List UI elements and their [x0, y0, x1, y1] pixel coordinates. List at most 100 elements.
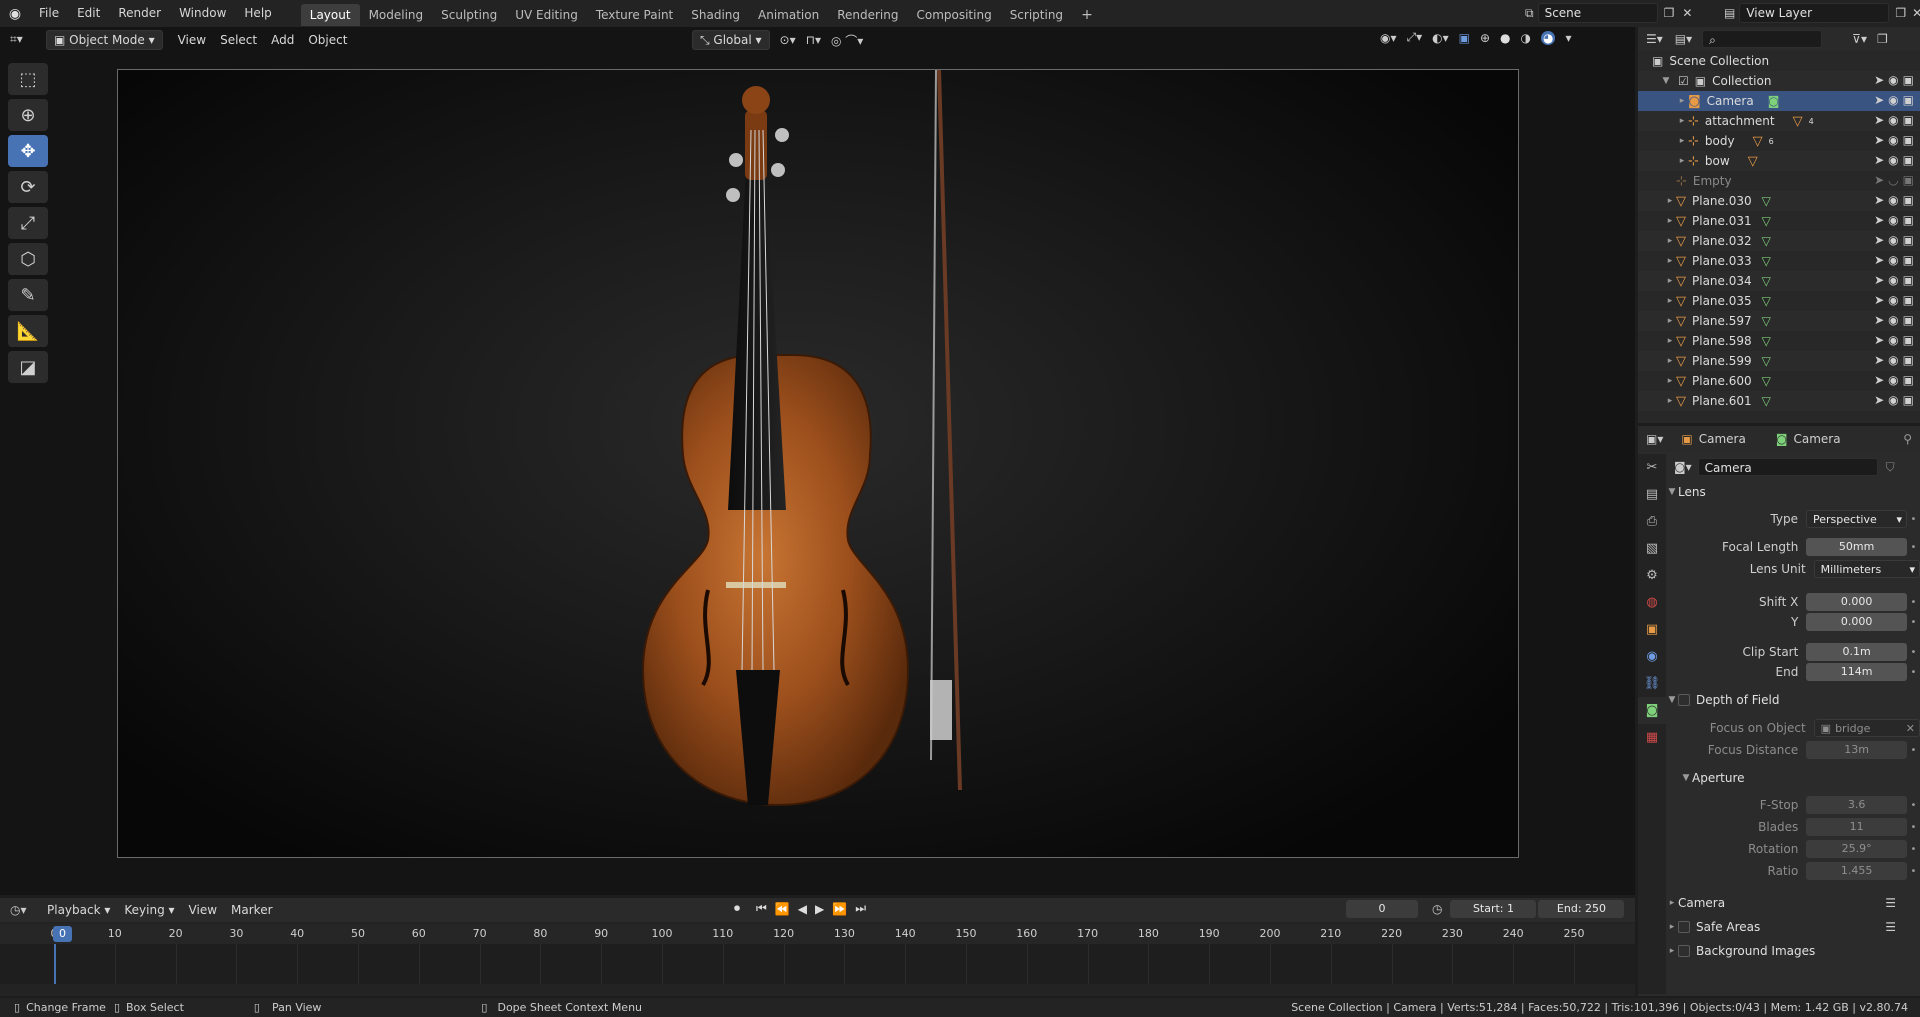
eye-icon[interactable]: ◉ [1888, 293, 1898, 307]
timeline-editor-icon[interactable]: ◷▾ [10, 903, 40, 917]
remove-view-layer-icon[interactable]: ✕ [1912, 6, 1920, 20]
add-workspace-icon[interactable]: + [1072, 4, 1102, 26]
pivot-icon[interactable]: ⊙▾ [780, 33, 796, 47]
constraint-tab-icon[interactable]: ⛓ [1638, 670, 1666, 697]
preview-range-icon[interactable]: ◷ [1432, 902, 1442, 916]
camera-panel-header[interactable]: ▸ Camera ☰ [1666, 891, 1920, 915]
eye-closed-icon[interactable]: ◡ [1888, 173, 1898, 187]
play-icon[interactable]: ▶ [815, 902, 824, 916]
keyframe-dot-icon[interactable]: • [1907, 745, 1920, 756]
menu-add[interactable]: Add [264, 30, 301, 50]
jump-end-icon[interactable]: ⏭ [855, 901, 866, 916]
view-layer-field[interactable]: View Layer [1739, 3, 1890, 23]
tab-sculpting[interactable]: Sculpting [432, 4, 506, 26]
blades-field[interactable]: 11 [1806, 818, 1907, 836]
transform-icon[interactable]: ⬡ [8, 243, 48, 275]
cursor-icon[interactable]: ⊕ [8, 99, 48, 131]
keyframe-dot-icon[interactable]: • [1907, 597, 1920, 608]
visibility-icon[interactable]: ◉▾ [1380, 31, 1397, 45]
eye-icon[interactable]: ◉ [1888, 353, 1898, 367]
mesh-data-icon[interactable]: ▽ [1762, 294, 1771, 308]
select-box-icon[interactable]: ⬚ [8, 63, 48, 95]
lens-unit-dropdown[interactable]: Millimeters ▾ [1813, 560, 1920, 578]
filter-icon[interactable]: ⊽▾ [1852, 32, 1867, 46]
focal-length-field[interactable]: 50mm [1806, 538, 1907, 556]
outliner-item-plane[interactable]: ▸ ▽ Plane.600 ▽ ➤ ◉ ▣ [1638, 371, 1920, 391]
expand-icon[interactable]: ▼ [1660, 76, 1672, 86]
mesh-triangle-icon[interactable]: ▽ [1753, 134, 1763, 149]
keyframe-dot-icon[interactable]: • [1907, 844, 1920, 855]
expand-icon[interactable]: ▸ [1676, 156, 1688, 166]
transform-orientation-dropdown[interactable]: ⤡ Global ▾ [692, 30, 770, 50]
eye-icon[interactable]: ◉ [1888, 193, 1898, 207]
keyframe-dot-icon[interactable]: • [1907, 617, 1920, 628]
menu-window[interactable]: Window [170, 0, 235, 27]
mesh-data-icon[interactable]: ▽ [1762, 354, 1771, 368]
collection-row[interactable]: ▼ ☑ ▣ Collection ➤ ◉ ▣ [1638, 71, 1920, 91]
render-camera-icon[interactable]: ▣ [1903, 293, 1914, 307]
fstop-field[interactable]: 3.6 [1806, 796, 1907, 814]
menu-view[interactable]: View [171, 30, 213, 50]
expand-icon[interactable]: ▸ [1664, 376, 1676, 386]
tab-modeling[interactable]: Modeling [360, 4, 433, 26]
eye-icon[interactable]: ◉ [1888, 233, 1898, 247]
outliner-item-empty[interactable]: ⊹ Empty ➤ ◡ ▣ [1638, 171, 1920, 191]
render-camera-icon[interactable]: ▣ [1903, 113, 1914, 127]
outliner-item-camera[interactable]: ▸ ◙ Camera ◙ ➤ ◉ ▣ [1638, 91, 1920, 111]
playhead[interactable]: 0 [53, 926, 72, 942]
eye-icon[interactable]: ◉ [1888, 313, 1898, 327]
view-layer-icon[interactable]: ▤ [1724, 6, 1735, 20]
keyframe-dot-icon[interactable]: • [1907, 822, 1920, 833]
blender-logo-icon[interactable]: ◉ [0, 6, 30, 22]
pin-icon[interactable]: ⚲ [1903, 432, 1912, 446]
select-arrow-icon[interactable]: ➤ [1874, 273, 1884, 287]
outliner-item-plane[interactable]: ▸ ▽ Plane.601 ▽ ➤ ◉ ▣ [1638, 391, 1920, 411]
outliner-item-plane[interactable]: ▸ ▽ Plane.597 ▽ ➤ ◉ ▣ [1638, 311, 1920, 331]
mesh-data-icon[interactable]: ▽ [1762, 214, 1771, 228]
select-arrow-icon[interactable]: ➤ [1874, 373, 1884, 387]
render-camera-icon[interactable]: ▣ [1903, 313, 1914, 327]
wireframe-shading-icon[interactable]: ⊕ [1480, 31, 1490, 45]
shading-options-icon[interactable]: ▾ [1565, 31, 1571, 45]
expand-icon[interactable]: ▸ [1664, 356, 1676, 366]
menu-marker[interactable]: Marker [224, 900, 279, 920]
tab-animation[interactable]: Animation [749, 4, 828, 26]
record-icon[interactable]: ⏺ [734, 901, 740, 916]
mesh-triangle-icon[interactable]: ▽ [1793, 114, 1803, 129]
frame-ruler[interactable]: 0 10 20 30 40 50 60 70 80 90 100 110 120 130 140 150 160… [0, 924, 1635, 944]
expand-icon[interactable]: ▸ [1676, 116, 1688, 126]
keyframe-dot-icon[interactable]: • [1907, 514, 1920, 525]
aperture-panel-header[interactable]: ▼ Aperture [1666, 766, 1920, 790]
select-arrow-icon[interactable]: ➤ [1874, 73, 1884, 87]
list-icon[interactable]: ☰ [1885, 920, 1896, 934]
remove-scene-icon[interactable]: ✕ [1682, 6, 1692, 20]
eye-icon[interactable]: ◉ [1888, 113, 1898, 127]
select-arrow-icon[interactable]: ➤ [1874, 213, 1884, 227]
mesh-data-icon[interactable]: ▽ [1762, 254, 1771, 268]
jump-start-icon[interactable]: ⏮ [756, 901, 767, 916]
eye-icon[interactable]: ◉ [1888, 273, 1898, 287]
menu-select[interactable]: Select [213, 30, 264, 50]
outliner-item-bow[interactable]: ▸ ⊹ bow ▽ ➤ ◉ ▣ [1638, 151, 1920, 171]
render-tab-icon[interactable]: ▤ [1638, 481, 1666, 508]
select-arrow-icon[interactable]: ➤ [1874, 173, 1884, 187]
texture-tab-icon[interactable]: ▦ [1638, 724, 1666, 751]
select-arrow-icon[interactable]: ➤ [1874, 93, 1884, 107]
shift-y-field[interactable]: 0.000 [1806, 613, 1907, 631]
keyframe-track[interactable] [0, 944, 1635, 984]
tab-shading[interactable]: Shading [682, 4, 749, 26]
rotation-field[interactable]: 25.9° [1806, 840, 1907, 858]
outliner-editor-icon[interactable]: ☰▾ [1646, 32, 1663, 46]
dof-panel-header[interactable]: ▼ Depth of Field [1666, 688, 1920, 712]
menu-playback[interactable]: Playback ▾ [40, 900, 117, 920]
select-arrow-icon[interactable]: ➤ [1874, 353, 1884, 367]
start-frame-field[interactable]: Start: 1 [1450, 900, 1537, 918]
render-camera-icon[interactable]: ▣ [1903, 153, 1914, 167]
new-collection-icon[interactable]: ❐ [1877, 32, 1888, 46]
menu-object[interactable]: Object [301, 30, 354, 50]
render-camera-icon[interactable]: ▣ [1903, 73, 1914, 87]
render-camera-icon[interactable]: ▣ [1903, 353, 1914, 367]
breadcrumb-data[interactable]: Camera [1793, 432, 1840, 446]
expand-icon[interactable]: ▸ [1664, 236, 1676, 246]
xray-icon[interactable]: ▣ [1459, 31, 1470, 45]
